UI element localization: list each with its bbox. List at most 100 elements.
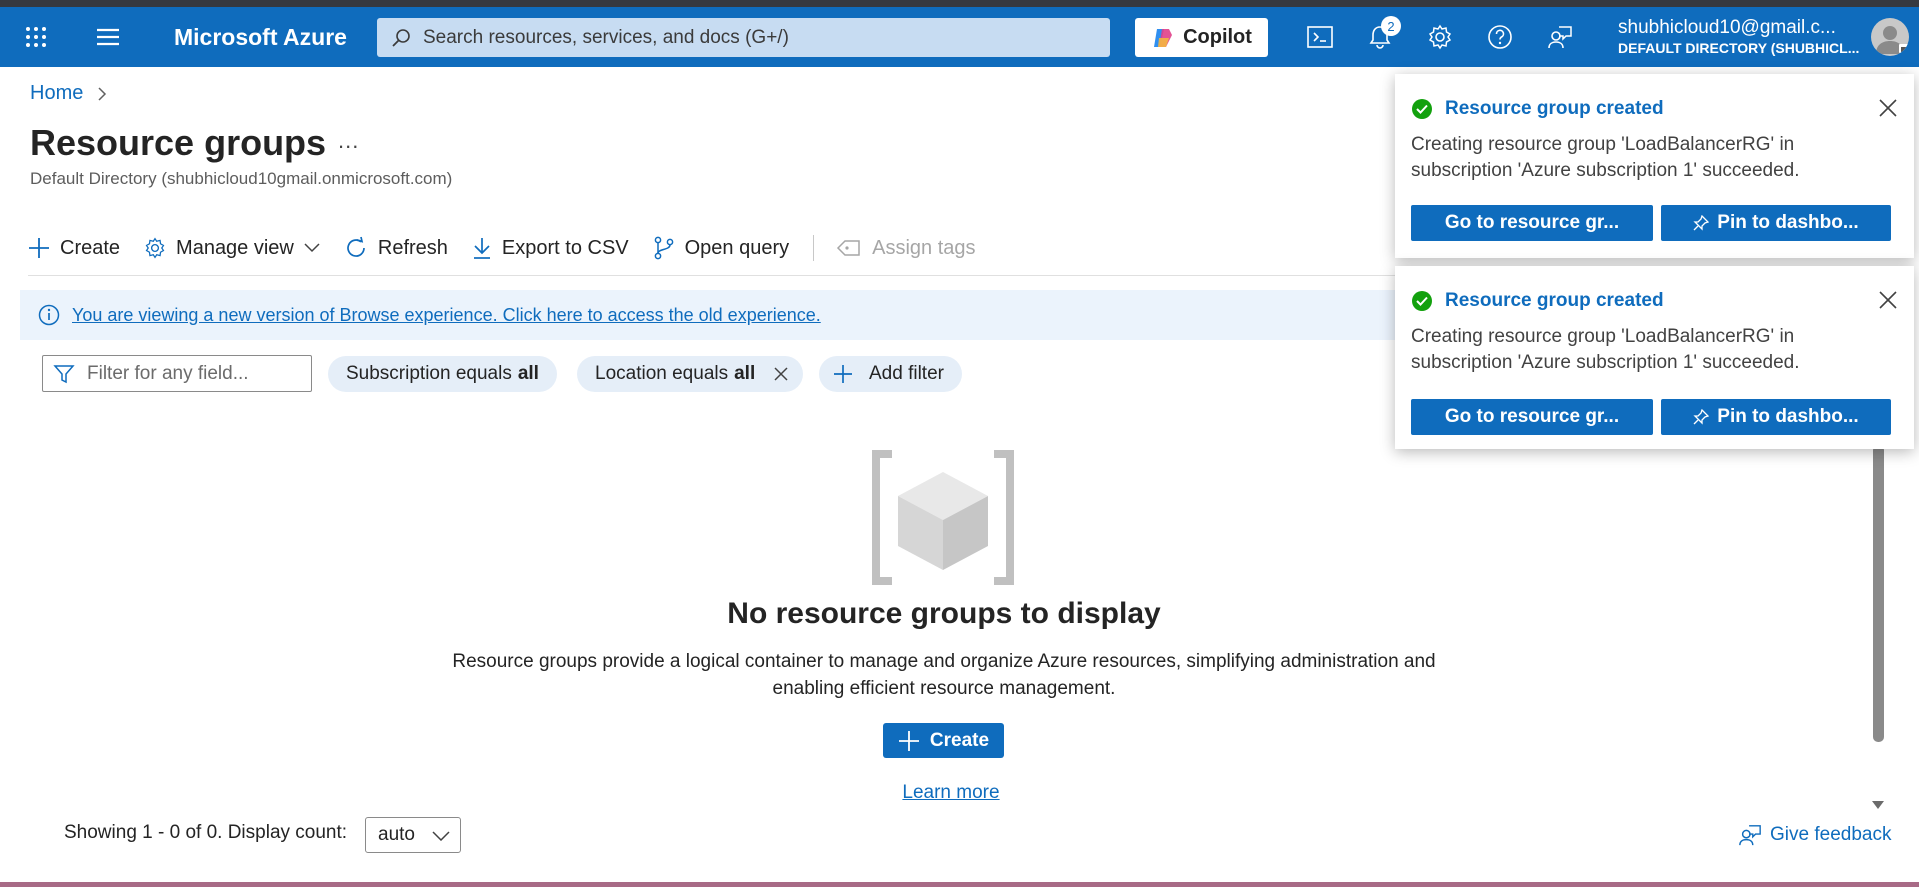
plus-icon [833, 364, 853, 384]
help-icon[interactable] [1486, 7, 1514, 67]
checkmark-circle-icon [1411, 98, 1433, 120]
pin-to-dashboard-label: Pin to dashbo... [1717, 212, 1859, 233]
pin-to-dashboard-button[interactable]: Pin to dashbo... [1661, 399, 1891, 435]
account-info[interactable]: shubhicloud10@gmail.c... DEFAULT DIRECTO… [1618, 17, 1873, 56]
filter-placeholder: Filter for any field... [87, 362, 249, 384]
subscription-filter-label: Subscription equals [346, 363, 512, 384]
open-query-button[interactable]: Open query [653, 232, 790, 264]
copilot-button[interactable]: Copilot [1135, 18, 1268, 57]
subscription-filter-pill[interactable]: Subscription equals all [328, 356, 557, 392]
learn-more-text[interactable]: Learn more [902, 782, 999, 803]
chevron-right-icon [97, 86, 107, 102]
feedback-person-icon[interactable] [1546, 7, 1574, 67]
export-csv-label: Export to CSV [501, 236, 629, 259]
info-banner: You are viewing a new version of Browse … [20, 290, 1420, 340]
add-filter-button[interactable]: Add filter [819, 356, 962, 392]
go-to-resource-group-button[interactable]: Go to resource gr... [1411, 399, 1653, 435]
account-email: shubhicloud10@gmail.c... [1618, 17, 1836, 38]
subscription-filter-value: all [517, 363, 539, 384]
notification-title: Resource group created [1445, 98, 1664, 119]
hamburger-menu-icon[interactable] [94, 7, 122, 67]
scroll-down-arrow[interactable] [1871, 797, 1885, 815]
pin-to-dashboard-label: Pin to dashbo... [1717, 406, 1859, 427]
showing-count-text: Showing 1 - 0 of 0. Display count: [64, 822, 348, 843]
plus-icon [28, 237, 50, 259]
display-count-value: auto [378, 824, 415, 845]
pin-icon [1693, 409, 1710, 425]
notification-body: Creating resource group 'LoadBalancerRG'… [1411, 134, 1800, 181]
learn-more-link: Learn more [0, 782, 1902, 804]
top-navigation-bar: Microsoft Azure Search resources, servic… [0, 7, 1919, 67]
close-icon[interactable] [773, 366, 789, 382]
breadcrumb-home-link[interactable]: Home [30, 82, 83, 105]
create-label: Create [60, 236, 121, 259]
info-icon [38, 304, 60, 326]
query-branch-icon [653, 236, 675, 260]
page-subtitle: Default Directory (shubhicloud10gmail.on… [30, 169, 453, 188]
notification-body: Creating resource group 'LoadBalancerRG'… [1411, 326, 1800, 373]
vertical-scrollbar-thumb[interactable] [1873, 445, 1884, 742]
create-button[interactable]: Create [28, 232, 120, 264]
brand-title[interactable]: Microsoft Azure [174, 7, 347, 67]
copilot-icon [1151, 26, 1175, 50]
download-icon [472, 236, 492, 260]
funnel-icon [53, 363, 75, 385]
display-count-dropdown[interactable]: auto [365, 817, 461, 853]
plus-icon [898, 730, 920, 752]
location-filter-value: all [734, 363, 756, 384]
account-directory: DEFAULT DIRECTORY (SHUBHICL... [1618, 40, 1860, 56]
empty-state-description: Resource groups provide a logical contai… [452, 651, 1436, 699]
manage-view-button[interactable]: Manage view [144, 232, 320, 264]
manage-view-label: Manage view [176, 236, 294, 259]
refresh-icon [344, 236, 368, 260]
go-to-resource-group-label: Go to resource gr... [1444, 212, 1620, 233]
assign-tags-button[interactable]: Assign tags [836, 232, 976, 264]
search-icon [391, 28, 411, 48]
open-query-label: Open query [684, 236, 790, 259]
location-filter-label: Location equals [595, 363, 729, 384]
close-icon[interactable] [1878, 290, 1898, 315]
empty-state-create-button[interactable]: Create [883, 723, 1004, 758]
resource-group-cube-icon [870, 450, 1016, 585]
pin-icon [1693, 215, 1710, 231]
gear-icon [144, 237, 166, 259]
close-icon[interactable] [1878, 98, 1898, 123]
gear-icon[interactable] [1426, 7, 1454, 67]
command-toolbar: Create Manage view Refresh Export to CSV… [28, 232, 1000, 264]
toolbar-divider-line [28, 275, 1398, 276]
empty-state-create-label: Create [929, 729, 990, 751]
give-feedback-label: Give feedback [1770, 824, 1892, 845]
assign-tags-label: Assign tags [872, 236, 976, 259]
notification-count-badge: 2 [1381, 16, 1401, 36]
notification-toast: Resource group created Creating resource… [1395, 74, 1914, 258]
export-csv-button[interactable]: Export to CSV [472, 232, 629, 264]
add-filter-label: Add filter [869, 363, 944, 384]
feedback-person-icon [1738, 823, 1762, 847]
refresh-label: Refresh [377, 236, 448, 259]
window-bottom-strip [0, 882, 1919, 887]
page-title: Resource groups [30, 122, 327, 163]
filter-input[interactable]: Filter for any field... [42, 355, 312, 392]
notification-header: Resource group created [1411, 98, 1664, 120]
location-filter-pill[interactable]: Location equals all [577, 356, 804, 392]
checkmark-circle-icon [1411, 290, 1433, 312]
old-experience-link[interactable]: You are viewing a new version of Browse … [72, 305, 821, 326]
chevron-down-icon [432, 831, 450, 841]
window-top-strip [0, 0, 1919, 7]
pin-to-dashboard-button[interactable]: Pin to dashbo... [1661, 205, 1891, 241]
global-search-input[interactable]: Search resources, services, and docs (G+… [377, 18, 1110, 57]
notification-toast: Resource group created Creating resource… [1395, 266, 1914, 449]
go-to-resource-group-button[interactable]: Go to resource gr... [1411, 205, 1653, 241]
give-feedback-link[interactable]: Give feedback [1738, 823, 1891, 847]
go-to-resource-group-label: Go to resource gr... [1444, 406, 1620, 427]
avatar-icon[interactable] [1871, 18, 1909, 56]
copilot-label: Copilot [1183, 26, 1252, 48]
search-placeholder: Search resources, services, and docs (G+… [423, 26, 789, 48]
more-actions-button[interactable]: ... [338, 128, 359, 154]
app-launcher-icon[interactable] [22, 7, 50, 67]
refresh-button[interactable]: Refresh [344, 232, 448, 264]
empty-state-title: No resource groups to display [727, 597, 1161, 630]
notification-header: Resource group created [1411, 290, 1664, 312]
cloud-shell-icon[interactable] [1306, 7, 1334, 67]
chevron-down-icon [304, 243, 320, 253]
